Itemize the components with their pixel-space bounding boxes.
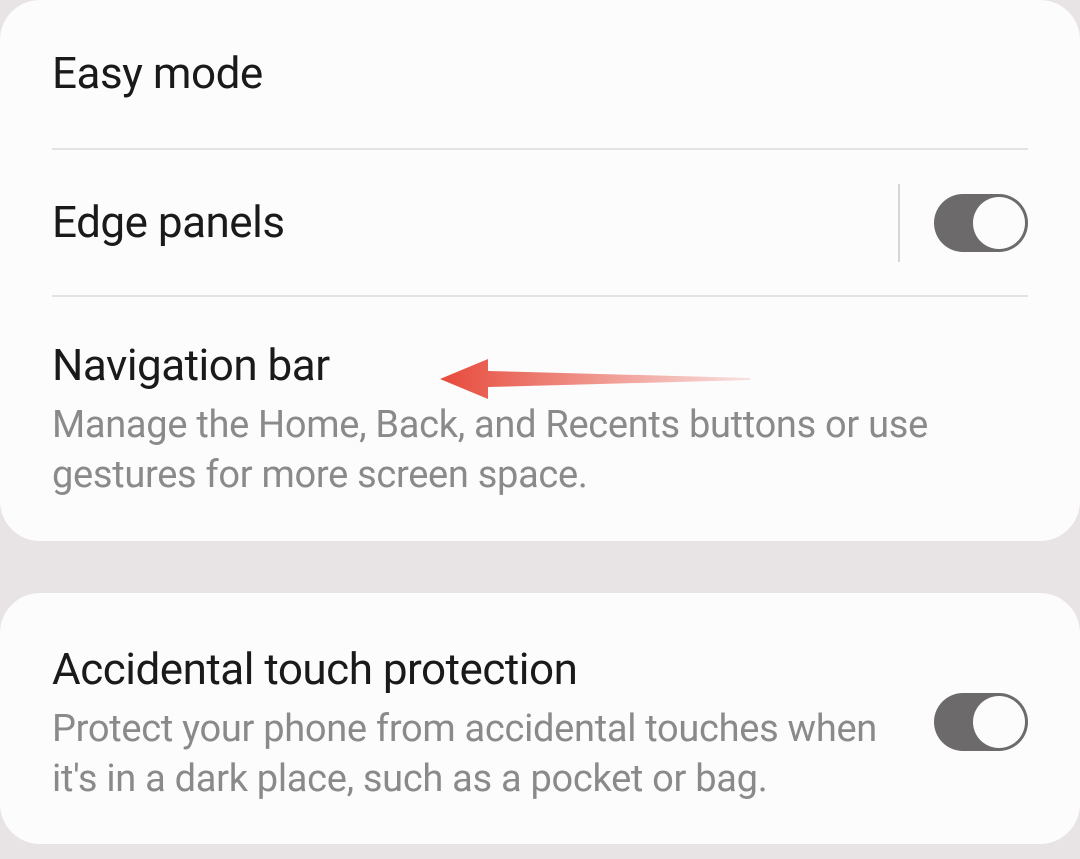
navigation-bar-title: Navigation bar xyxy=(52,337,1008,394)
edge-panels-title: Edge panels xyxy=(52,194,878,251)
setting-navigation-bar[interactable]: Navigation bar Manage the Home, Back, an… xyxy=(0,297,1080,541)
setting-easy-mode[interactable]: Easy mode xyxy=(0,0,1080,148)
accidental-touch-title: Accidental touch protection xyxy=(52,641,914,698)
settings-group-2: Accidental touch protection Protect your… xyxy=(0,593,1080,845)
edge-panels-toggle[interactable] xyxy=(934,194,1028,252)
accidental-touch-toggle[interactable] xyxy=(934,693,1028,751)
setting-accidental-touch[interactable]: Accidental touch protection Protect your… xyxy=(0,593,1080,845)
easy-mode-title: Easy mode xyxy=(52,45,1008,102)
accidental-touch-description: Protect your phone from accidental touch… xyxy=(52,704,914,804)
settings-group-1: Easy mode Edge panels Navigation bar Man… xyxy=(0,0,1080,541)
setting-edge-panels[interactable]: Edge panels xyxy=(0,150,1080,295)
navigation-bar-description: Manage the Home, Back, and Recents butto… xyxy=(52,400,1008,500)
toggle-separator xyxy=(898,184,900,262)
